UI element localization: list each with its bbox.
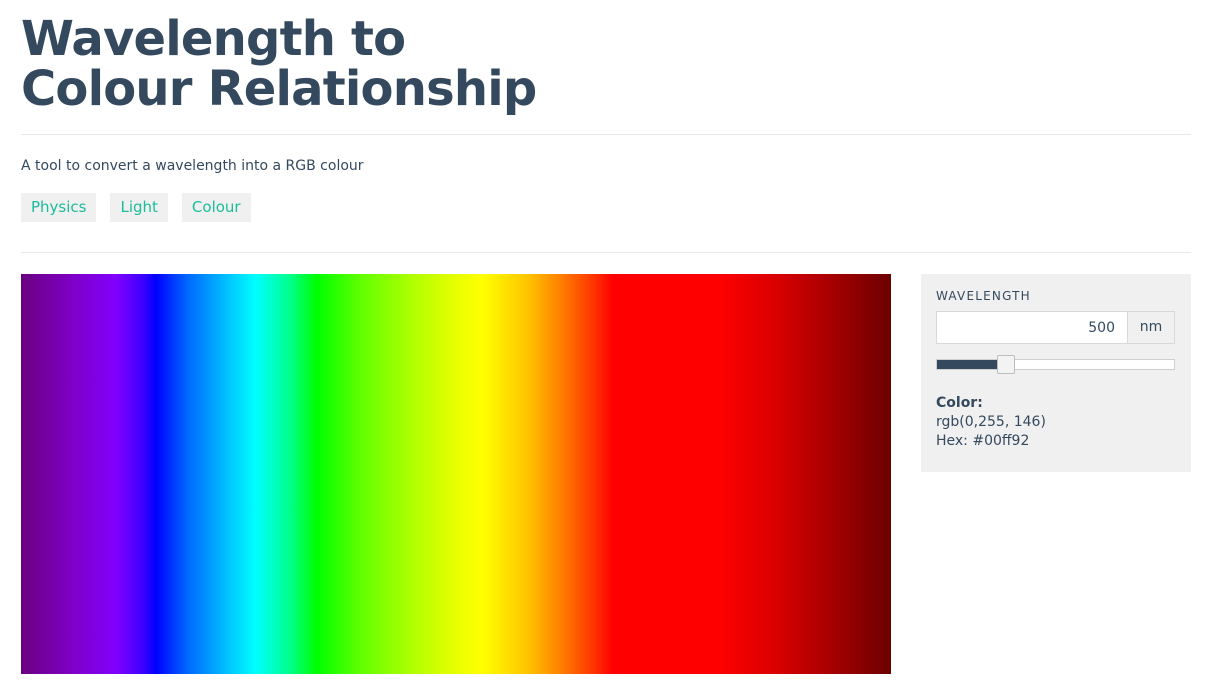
spectrum-gradient	[21, 274, 891, 674]
unit-addon: nm	[1127, 312, 1174, 343]
color-hex-value: Hex: #00ff92	[936, 433, 1030, 449]
color-rgb-value: rgb(0,255, 146)	[936, 414, 1046, 430]
slider-fill	[937, 360, 1006, 369]
slider-handle[interactable]	[996, 355, 1015, 374]
tag-colour[interactable]: Colour	[181, 193, 251, 222]
wavelength-input[interactable]	[937, 312, 1127, 343]
tag-physics[interactable]: Physics	[21, 193, 97, 222]
page: Wavelength to Colour Relationship A tool…	[0, 0, 1215, 698]
wavelength-slider[interactable]	[936, 355, 1175, 374]
wavelength-panel: WAVELENGTH nm Color: rgb(0,255, 146) Hex…	[921, 274, 1191, 472]
page-description: A tool to convert a wavelength into a RG…	[21, 158, 364, 174]
tag-list: Physics Light Colour	[21, 193, 251, 222]
divider-bottom	[21, 252, 1191, 253]
color-info: Color: rgb(0,255, 146) Hex: #00ff92	[936, 394, 1046, 451]
divider-top	[21, 134, 1191, 135]
page-title: Wavelength to Colour Relationship	[21, 11, 537, 117]
wavelength-input-group: nm	[936, 311, 1175, 344]
wavelength-label: WAVELENGTH	[936, 289, 1031, 303]
tag-light[interactable]: Light	[110, 193, 168, 222]
color-heading: Color:	[936, 395, 983, 411]
